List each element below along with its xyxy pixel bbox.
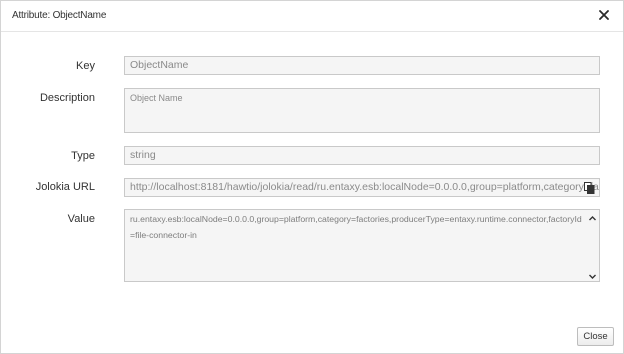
attribute-dialog: Attribute: ObjectName Key ObjectName Des…	[0, 0, 624, 354]
value-textarea[interactable]: ru.entaxy.esb:localNode=0.0.0.0,group=pl…	[124, 209, 600, 282]
dialog-title: Attribute: ObjectName	[12, 10, 107, 21]
type-label: Type	[71, 150, 95, 162]
copy-icon[interactable]	[584, 182, 595, 194]
jolokia-url-text: http://localhost:8181/hawtio/jolokia/rea…	[130, 181, 599, 193]
dialog-header: Attribute: ObjectName	[1, 1, 623, 32]
value-label: Value	[67, 213, 95, 225]
description-label: Description	[39, 92, 95, 104]
description-field[interactable]: Object Name	[124, 88, 600, 133]
jolokia-url-label: Jolokia URL	[35, 181, 95, 193]
value-text: ru.entaxy.esb:localNode=0.0.0.0,group=pl…	[130, 214, 582, 240]
key-field[interactable]: ObjectName	[124, 56, 600, 75]
chevron-up-icon[interactable]	[588, 212, 597, 221]
chevron-down-icon[interactable]	[588, 270, 597, 279]
jolokia-url-field[interactable]: http://localhost:8181/hawtio/jolokia/rea…	[124, 178, 600, 197]
close-icon[interactable]	[595, 6, 613, 26]
key-label: Key	[76, 60, 95, 72]
close-button[interactable]: Close	[577, 327, 614, 346]
type-field[interactable]: string	[124, 146, 600, 165]
